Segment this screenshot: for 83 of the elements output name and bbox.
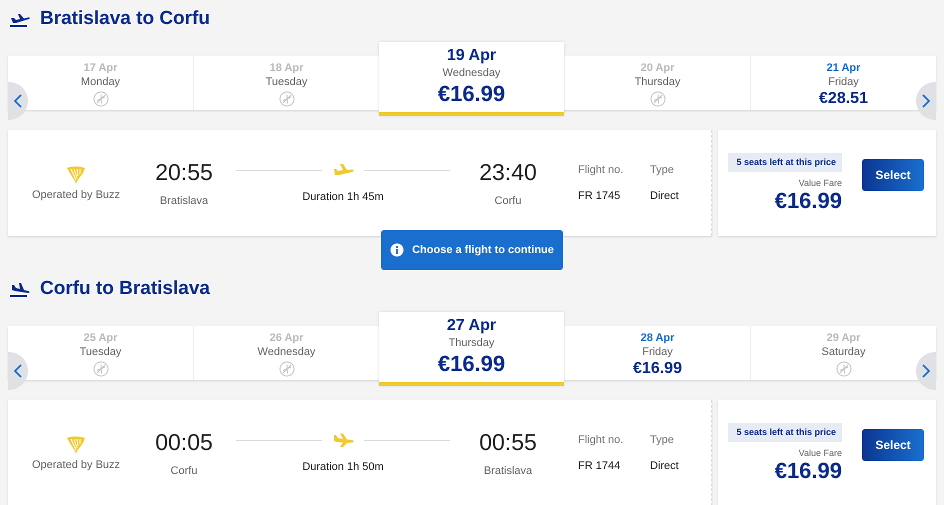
departure-city: Corfu bbox=[170, 465, 198, 477]
date-label: 20 Apr bbox=[640, 61, 674, 75]
type-label: Type bbox=[650, 434, 674, 446]
seats-left-notice: 5 seats left at this price bbox=[728, 422, 842, 442]
no-flights-icon bbox=[92, 361, 108, 377]
date-tab[interactable]: 28 Apr Friday €16.99 bbox=[564, 326, 750, 380]
fare-price: €28.51 bbox=[819, 90, 868, 108]
operator-label: Operated by Buzz bbox=[32, 459, 120, 471]
arrival-time: 00:55 bbox=[479, 429, 537, 455]
fare-name: Value Fare bbox=[798, 178, 842, 188]
date-tab[interactable]: 26 Apr Wednesday bbox=[193, 326, 379, 380]
flight-type: Direct bbox=[650, 190, 679, 202]
date-label: 27 Apr bbox=[446, 316, 496, 336]
date-label: 19 Apr bbox=[446, 46, 496, 66]
weekday-label: Thursday bbox=[448, 336, 494, 351]
chevron-left-icon bbox=[14, 94, 22, 108]
select-button[interactable]: Select bbox=[862, 159, 924, 191]
weekday-label: Thursday bbox=[634, 75, 680, 90]
duration-label: Duration 1h 50m bbox=[302, 461, 384, 473]
date-tab[interactable]: 25 Apr Tuesday bbox=[8, 326, 193, 380]
weekday-label: Wednesday bbox=[442, 66, 500, 81]
flight-number-label: Flight no. bbox=[578, 164, 624, 176]
flight-price: €16.99 bbox=[774, 188, 842, 214]
date-label: 17 Apr bbox=[84, 61, 118, 75]
date-tab[interactable]: 21 Apr Friday €28.51 bbox=[750, 56, 936, 110]
weekday-label: Friday bbox=[828, 75, 859, 90]
plane-icon bbox=[332, 163, 354, 177]
weekday-label: Tuesday bbox=[80, 345, 122, 360]
date-tab[interactable]: 17 Apr Monday bbox=[8, 56, 193, 110]
flight-number-label: Flight no. bbox=[578, 434, 624, 446]
duration-label: Duration 1h 45m bbox=[302, 191, 384, 203]
arrival-city: Corfu bbox=[494, 195, 522, 207]
departure-time: 00:05 bbox=[155, 429, 213, 455]
weekday-label: Friday bbox=[642, 345, 673, 360]
previous-dates-button[interactable] bbox=[8, 82, 28, 120]
date-tab[interactable]: 18 Apr Tuesday bbox=[193, 56, 379, 110]
departure-city: Bratislava bbox=[160, 195, 208, 207]
previous-dates-button[interactable] bbox=[8, 352, 28, 390]
route-title: Corfu to Bratislava bbox=[40, 278, 210, 300]
flight-number: FR 1744 bbox=[578, 460, 620, 472]
weekday-label: Tuesday bbox=[266, 75, 308, 90]
weekday-label: Monday bbox=[80, 75, 120, 90]
date-tab[interactable]: 27 Apr Thursday €16.99 bbox=[379, 312, 564, 386]
no-flights-icon bbox=[92, 91, 108, 107]
date-label: 29 Apr bbox=[826, 331, 860, 345]
landing-plane-icon bbox=[332, 433, 354, 447]
select-button[interactable]: Select bbox=[862, 429, 924, 461]
chevron-right-icon bbox=[922, 364, 930, 378]
info-icon bbox=[390, 243, 404, 257]
arrival-plane-icon bbox=[9, 280, 31, 298]
no-flights-icon bbox=[650, 91, 666, 107]
date-label: 28 Apr bbox=[640, 331, 674, 345]
flight-price: €16.99 bbox=[774, 458, 842, 484]
date-tab[interactable]: 19 Apr Wednesday €16.99 bbox=[379, 42, 564, 116]
no-flights-icon bbox=[278, 91, 294, 107]
seats-left-notice: 5 seats left at this price bbox=[728, 152, 842, 172]
chevron-left-icon bbox=[14, 364, 22, 378]
date-label: 26 Apr bbox=[270, 331, 304, 345]
date-label: 21 Apr bbox=[826, 61, 860, 75]
arrival-city: Bratislava bbox=[484, 465, 532, 477]
tooltip-text: Choose a flight to continue bbox=[412, 244, 554, 256]
date-label: 18 Apr bbox=[270, 61, 304, 75]
weekday-label: Wednesday bbox=[258, 345, 316, 360]
weekday-label: Saturday bbox=[821, 345, 866, 360]
date-tab[interactable]: 20 Apr Thursday bbox=[564, 56, 750, 110]
arrival-time: 23:40 bbox=[479, 159, 537, 185]
operator-label: Operated by Buzz bbox=[32, 189, 120, 201]
flight-number: FR 1745 bbox=[578, 190, 620, 202]
date-label: 25 Apr bbox=[84, 331, 118, 345]
chevron-right-icon bbox=[922, 94, 930, 108]
flight-type: Direct bbox=[650, 460, 679, 472]
fare-price: €16.99 bbox=[438, 81, 506, 107]
fare-price: €16.99 bbox=[438, 351, 506, 377]
date-tab[interactable]: 29 Apr Saturday bbox=[750, 326, 936, 380]
fare-price: €16.99 bbox=[633, 360, 682, 378]
harp-logo-icon bbox=[65, 435, 87, 455]
type-label: Type bbox=[650, 164, 674, 176]
departure-time: 20:55 bbox=[155, 159, 213, 185]
route-title: Bratislava to Corfu bbox=[40, 8, 210, 30]
harp-logo-icon bbox=[65, 165, 87, 185]
no-flights-icon bbox=[278, 361, 294, 377]
fare-name: Value Fare bbox=[798, 448, 842, 458]
no-flights-icon bbox=[836, 361, 852, 377]
